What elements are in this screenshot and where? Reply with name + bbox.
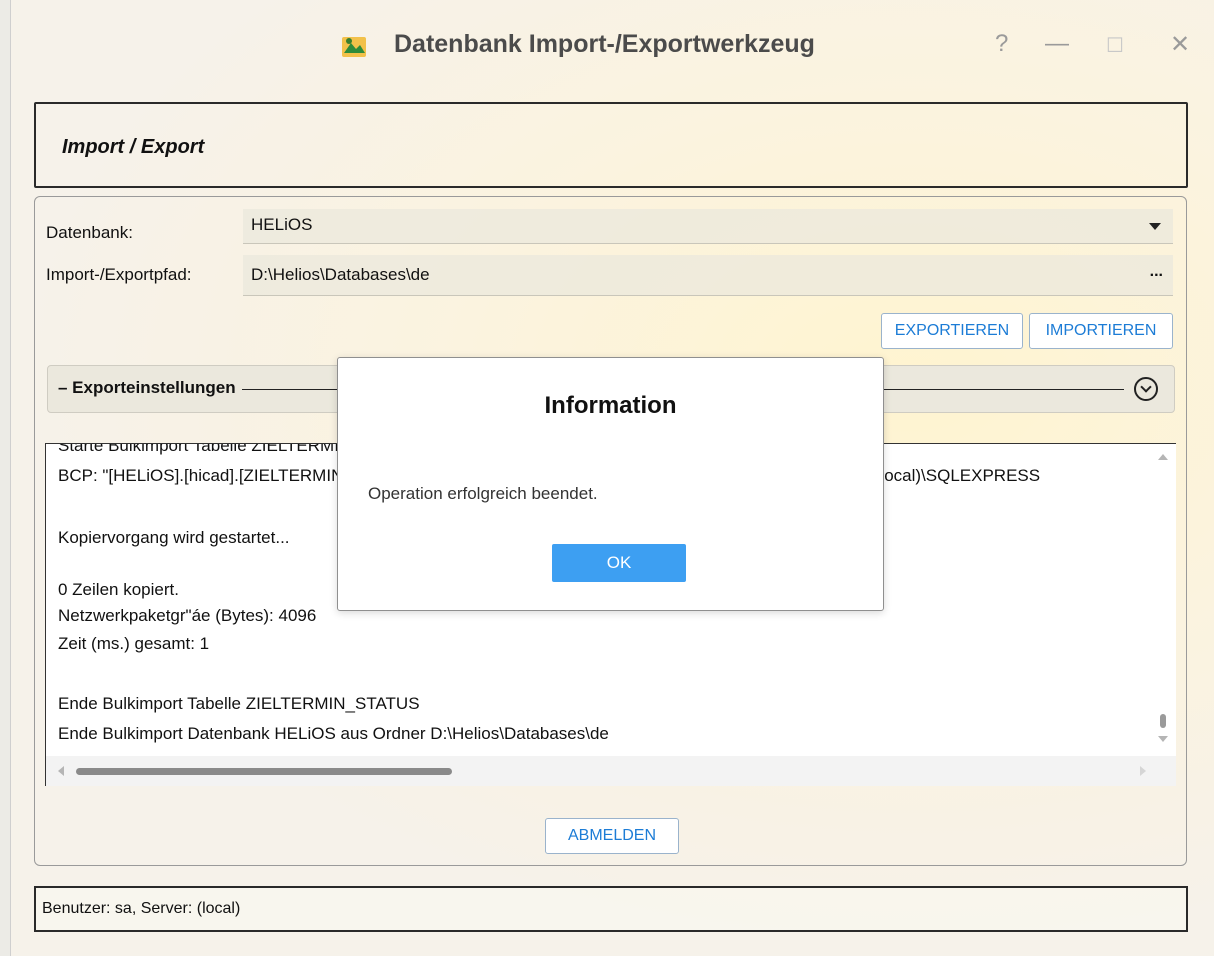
log-line: Kopiervorgang wird gestartet... [58, 528, 290, 547]
status-text: Benutzer: sa, Server: (local) [42, 900, 241, 917]
path-label: Import-/Exportpfad: [46, 265, 192, 284]
log-line: 0 Zeilen kopiert. [58, 580, 179, 599]
log-line: Netzwerkpaketgr"áe (Bytes): 4096 [58, 606, 317, 625]
database-select[interactable]: HELiOS [243, 209, 1173, 244]
log-line: Zeit (ms.) gesamt: 1 [58, 634, 210, 653]
information-dialog: Information Operation erfolgreich beende… [337, 357, 884, 611]
scroll-thumb[interactable] [1160, 714, 1166, 728]
title-bar[interactable]: Datenbank Import-/Exportwerkzeug ? — ☐ ✕ [10, 0, 1214, 92]
vertical-scrollbar[interactable] [1150, 444, 1176, 754]
app-icon [342, 37, 366, 57]
expand-toggle-icon[interactable] [1134, 377, 1158, 401]
scroll-thumb[interactable] [76, 768, 452, 775]
horizontal-scrollbar[interactable] [46, 756, 1176, 786]
log-line: Ende Bulkimport Datenbank HELiOS aus Ord… [58, 724, 609, 743]
window-title: Datenbank Import-/Exportwerkzeug [394, 30, 815, 58]
path-value: D:\Helios\Databases\de [251, 265, 430, 284]
ok-button[interactable]: OK [552, 544, 686, 582]
log-line: Ende Bulkimport Tabelle ZIELTERMIN_STATU… [58, 694, 420, 713]
chevron-down-icon [1149, 223, 1161, 230]
page-title: Import / Export [62, 136, 205, 158]
import-button[interactable]: IMPORTIEREN [1029, 313, 1173, 349]
app-window: Datenbank Import-/Exportwerkzeug ? — ☐ ✕… [0, 0, 1214, 956]
status-bar: Benutzer: sa, Server: (local) [34, 886, 1188, 932]
window-border [0, 0, 11, 956]
scroll-left-icon[interactable] [58, 766, 64, 776]
header-panel: Import / Export [34, 102, 1188, 188]
scroll-right-icon[interactable] [1140, 766, 1146, 776]
dialog-title: Information [544, 392, 677, 419]
dialog-message: Operation erfolgreich beendet. [368, 484, 598, 503]
help-button[interactable]: ? [995, 30, 1008, 58]
export-button[interactable]: EXPORTIEREN [881, 313, 1023, 349]
minimize-button[interactable]: — [1045, 30, 1069, 58]
scroll-up-icon[interactable] [1158, 454, 1168, 460]
scroll-down-icon[interactable] [1158, 736, 1168, 742]
database-value: HELiOS [251, 215, 313, 234]
database-label: Datenbank: [46, 223, 133, 242]
maximize-button[interactable]: ☐ [1106, 33, 1124, 58]
logout-button[interactable]: ABMELDEN [545, 818, 679, 854]
export-settings-title: – Exporteinstellungen [58, 378, 242, 398]
close-button[interactable]: ✕ [1170, 30, 1190, 59]
browse-button[interactable]: ... [1150, 263, 1163, 281]
path-input[interactable]: D:\Helios\Databases\de ... [243, 255, 1173, 296]
